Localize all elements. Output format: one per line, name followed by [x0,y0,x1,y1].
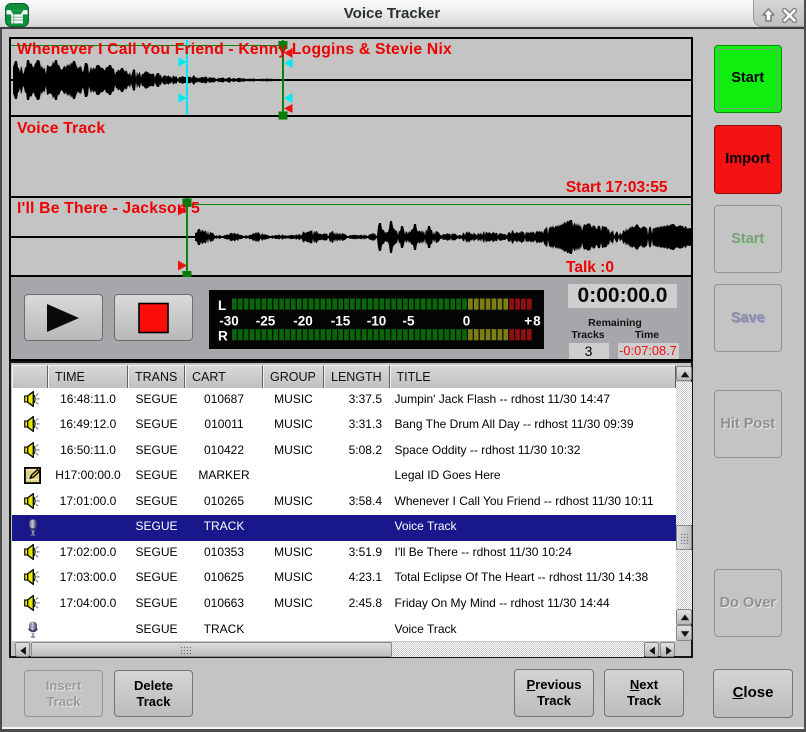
svg-text:-25: -25 [255,313,275,328]
svg-text:+8: +8 [524,313,541,328]
svg-text:-15: -15 [330,313,350,328]
svg-text:L: L [218,298,226,313]
svg-text:-10: -10 [366,313,386,328]
svg-text:-20: -20 [293,313,313,328]
svg-text:-5: -5 [402,313,414,328]
svg-text:R: R [218,328,228,343]
svg-text:-30: -30 [219,313,239,328]
svg-text:0: 0 [462,313,470,328]
